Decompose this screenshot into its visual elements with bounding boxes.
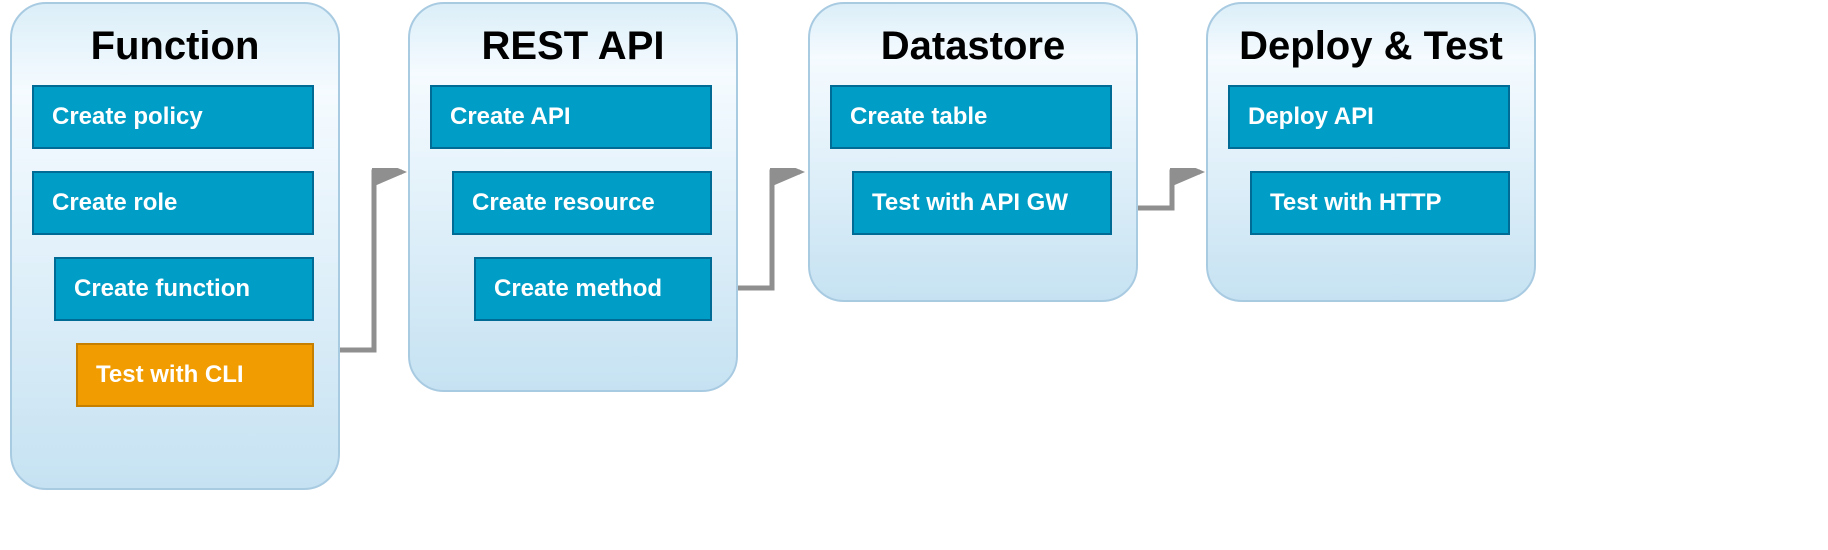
stage-rest-api: REST API Create API Create resource Crea… [408, 2, 738, 392]
step-label: Create role [52, 189, 177, 217]
step-test-api-gw: Test with API GW [852, 171, 1112, 235]
step-label: Create policy [52, 103, 203, 131]
step-label: Create table [850, 103, 987, 131]
arrow-2 [736, 168, 818, 308]
step-label: Test with API GW [872, 189, 1068, 217]
stage-title: Datastore [830, 24, 1116, 69]
stage-datastore: Datastore Create table Test with API GW [808, 2, 1138, 302]
step-deploy-api: Deploy API [1228, 85, 1510, 149]
step-create-resource: Create resource [452, 171, 712, 235]
arrow-1 [338, 168, 418, 368]
step-label: Create method [494, 275, 662, 303]
arrow-3 [1136, 168, 1216, 228]
step-label: Deploy API [1248, 103, 1374, 131]
step-create-table: Create table [830, 85, 1112, 149]
stage-title: Deploy & Test [1228, 24, 1514, 69]
step-create-policy: Create policy [32, 85, 314, 149]
stage-title: Function [32, 24, 318, 69]
step-label: Test with HTTP [1270, 189, 1442, 217]
step-test-with-cli: Test with CLI [76, 343, 314, 407]
step-create-function: Create function [54, 257, 314, 321]
step-label: Create function [74, 275, 250, 303]
step-label: Create API [450, 103, 571, 131]
step-create-role: Create role [32, 171, 314, 235]
stage-title: REST API [430, 24, 716, 69]
step-label: Create resource [472, 189, 655, 217]
stage-deploy-test: Deploy & Test Deploy API Test with HTTP [1206, 2, 1536, 302]
step-create-api: Create API [430, 85, 712, 149]
step-create-method: Create method [474, 257, 712, 321]
step-label: Test with CLI [96, 361, 244, 389]
stage-function: Function Create policy Create role Creat… [10, 2, 340, 490]
step-test-http: Test with HTTP [1250, 171, 1510, 235]
